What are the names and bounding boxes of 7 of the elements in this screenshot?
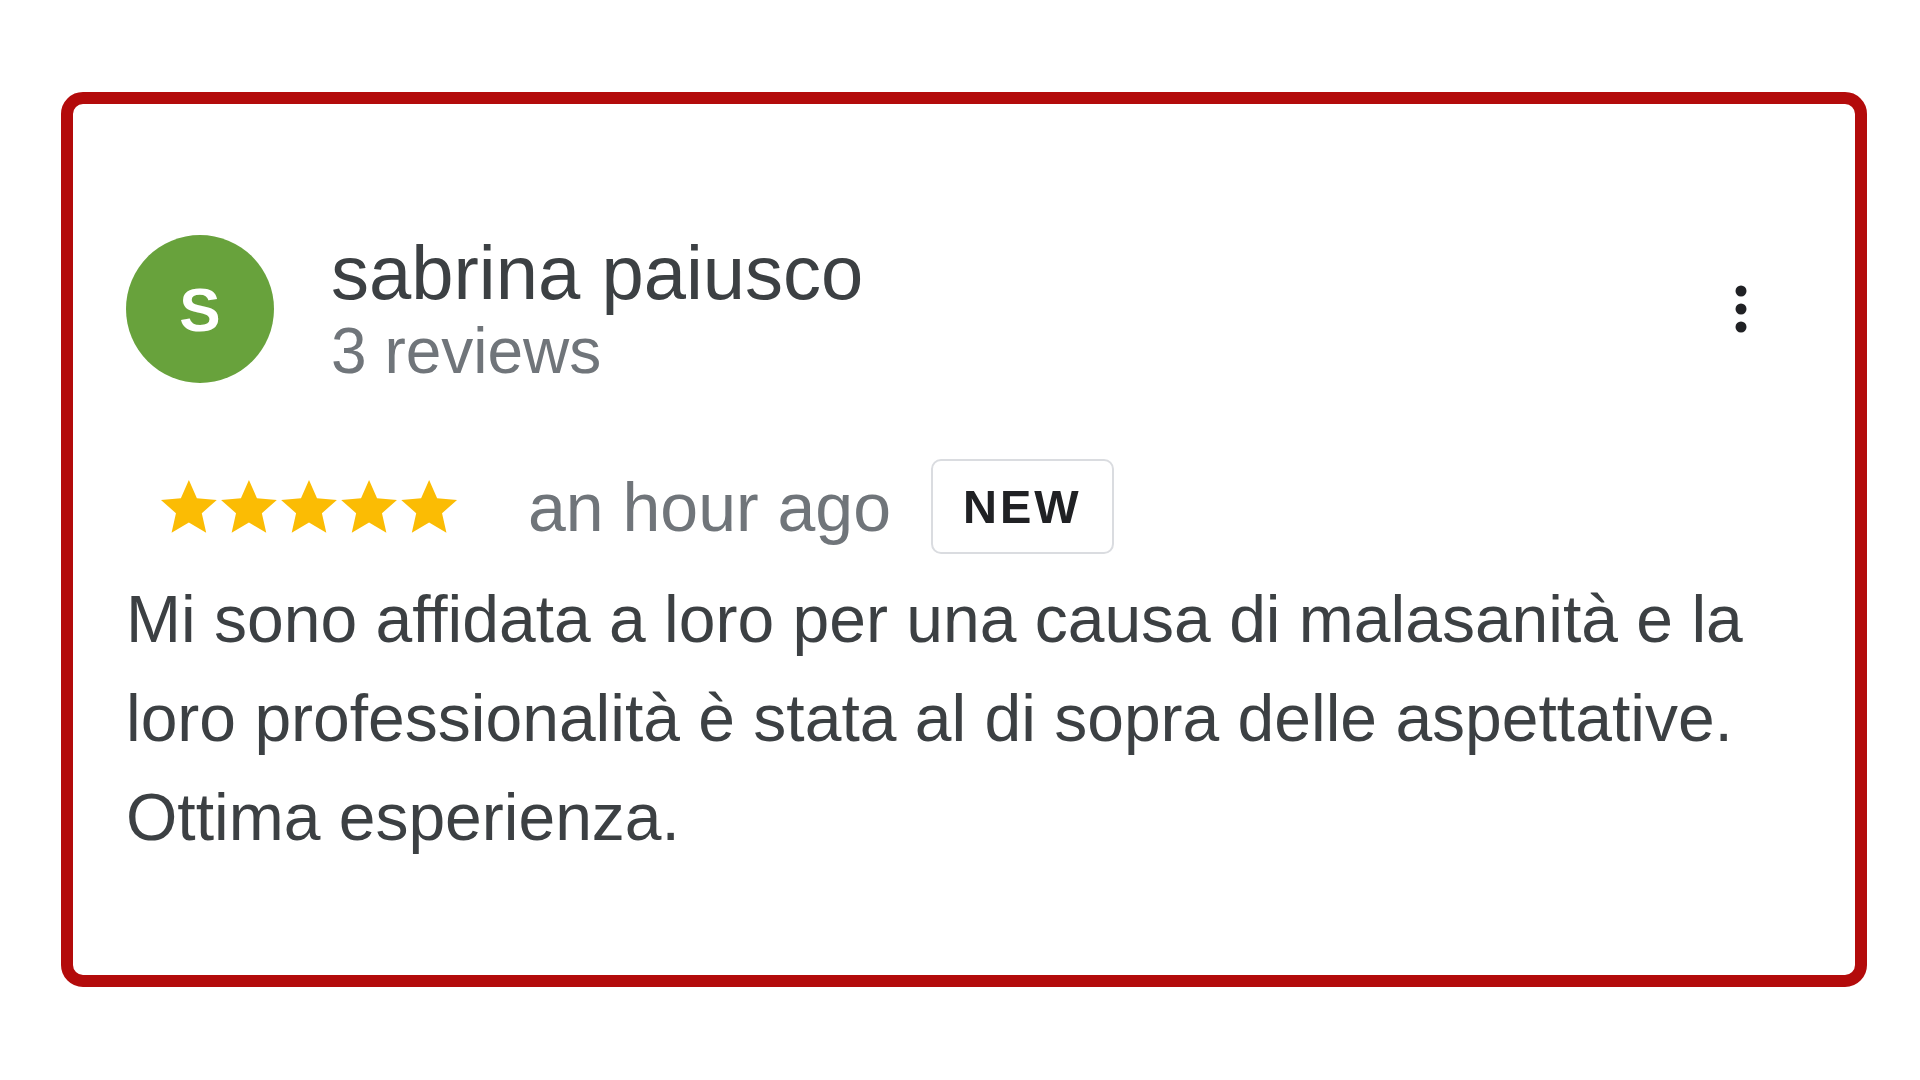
review-text: Mi sono affidata a loro per una causa di malasanità e la loro professionalità è stata al di sopra delle aspettative. Ottima esperienza. (126, 581, 1744, 856)
new-badge: NEW (931, 459, 1114, 554)
more-options-icon[interactable] (1733, 284, 1749, 334)
review-time: an hour ago (528, 467, 891, 546)
avatar: S (126, 235, 274, 383)
reviewer-name[interactable]: sabrina paiusco (331, 231, 1733, 315)
review-count: 3 reviews (331, 315, 603, 387)
